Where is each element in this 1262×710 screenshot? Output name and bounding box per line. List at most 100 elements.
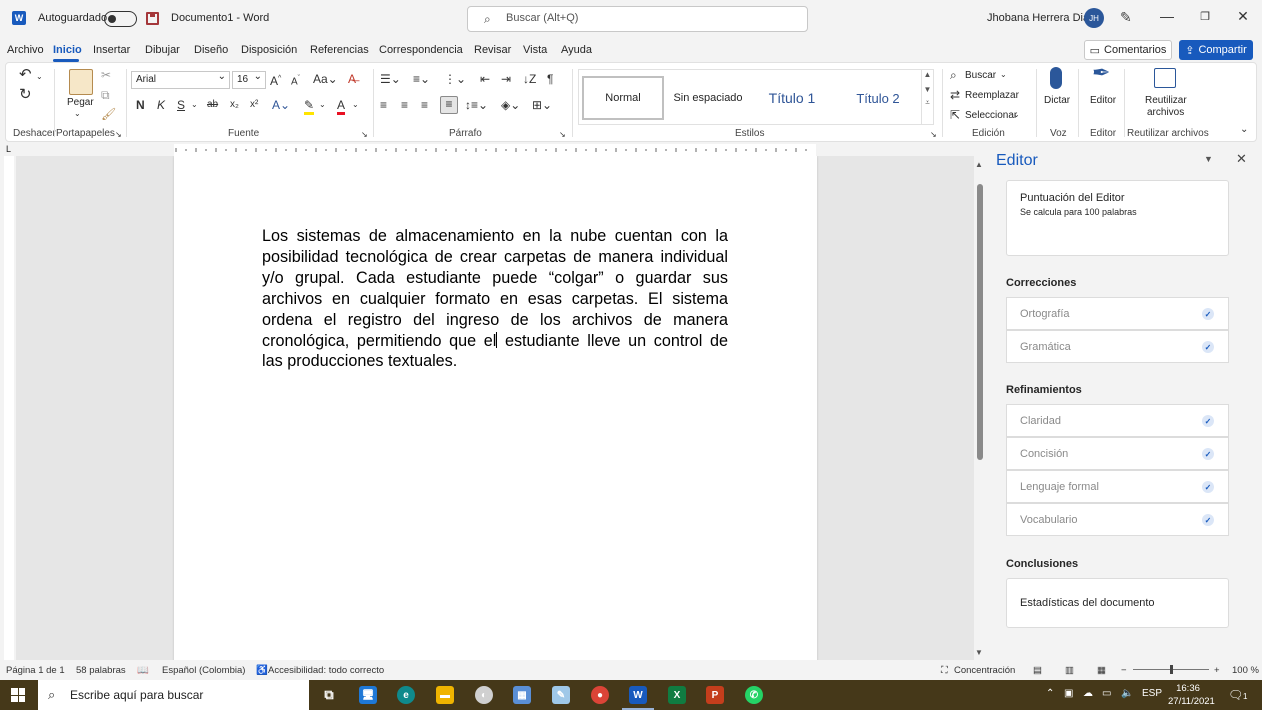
line-spacing-icon[interactable]: ↕≡⌄: [465, 98, 488, 112]
notes-app-icon[interactable]: ✎: [552, 686, 570, 704]
clock[interactable]: 16:36 27/11/2021: [1168, 682, 1215, 708]
task-view-icon[interactable]: ⧉: [320, 686, 338, 704]
reuse-label-2[interactable]: archivos: [1147, 107, 1184, 118]
tab-selector-icon[interactable]: L: [6, 144, 11, 154]
editor-score-card[interactable]: Puntuación del Editor Se calcula para 10…: [1006, 180, 1229, 256]
accessibility-status[interactable]: Accesibilidad: todo correcto: [268, 665, 384, 676]
network-icon[interactable]: ▭: [1102, 688, 1111, 699]
styles-launcher-icon[interactable]: ↘: [930, 128, 937, 142]
align-right-icon[interactable]: ≡: [421, 98, 428, 112]
correction-grammar[interactable]: Gramática ✓: [1006, 330, 1229, 363]
zoom-level[interactable]: 100 %: [1232, 665, 1259, 676]
style-heading-1[interactable]: Título 1: [751, 76, 833, 120]
accessibility-icon[interactable]: ♿: [256, 665, 268, 676]
document-paragraph[interactable]: Los sistemas de almacenamiento en la nub…: [262, 226, 728, 372]
find-icon[interactable]: ⌕: [950, 68, 957, 82]
word-count[interactable]: 58 palabras: [76, 665, 126, 676]
strikethrough-icon[interactable]: ab: [207, 98, 218, 112]
refinement-clarity[interactable]: Claridad ✓: [1006, 404, 1229, 437]
refinement-formal-language[interactable]: Lenguaje formal ✓: [1006, 470, 1229, 503]
focus-icon[interactable]: ⛶: [941, 665, 948, 676]
tab-dibujar[interactable]: Dibujar: [145, 44, 180, 56]
zoom-in-icon[interactable]: +: [1214, 665, 1220, 676]
paste-dropdown-icon[interactable]: ⌄: [74, 107, 81, 121]
tab-disposicion[interactable]: Disposición: [241, 44, 297, 56]
font-name-select[interactable]: Arial: [131, 71, 230, 89]
autosave-toggle[interactable]: [104, 11, 137, 27]
scrollbar-thumb[interactable]: [977, 184, 983, 460]
user-name[interactable]: Jhobana Herrera Diaz: [987, 12, 1095, 24]
calculator-icon[interactable]: ▦: [513, 686, 531, 704]
grow-font-icon[interactable]: A^: [270, 72, 281, 88]
editor-icon[interactable]: ✒: [1092, 62, 1110, 84]
avatar[interactable]: JH: [1084, 8, 1104, 28]
style-normal[interactable]: Normal: [582, 76, 664, 120]
tab-vista[interactable]: Vista: [523, 44, 547, 56]
style-no-spacing[interactable]: Sin espaciado: [667, 76, 749, 120]
superscript-icon[interactable]: x²: [250, 98, 258, 112]
tab-insertar[interactable]: Insertar: [93, 44, 130, 56]
powerpoint-icon[interactable]: P: [706, 686, 724, 704]
select-label[interactable]: Seleccionar: [965, 110, 1017, 121]
tab-archivo[interactable]: Archivo: [7, 44, 44, 56]
paragraph-launcher-icon[interactable]: ↘: [559, 128, 566, 142]
tab-diseno[interactable]: Diseño: [194, 44, 228, 56]
tab-referencias[interactable]: Referencias: [310, 44, 369, 56]
focus-mode[interactable]: Concentración: [954, 665, 1015, 676]
copy-icon[interactable]: ⧉: [101, 88, 110, 102]
file-explorer-app-icon[interactable]: 🖥: [359, 686, 377, 704]
document-stats-card[interactable]: Estadísticas del documento: [1006, 578, 1229, 628]
underline-button[interactable]: S: [177, 98, 185, 112]
find-label[interactable]: Buscar: [965, 70, 996, 81]
chevron-down-icon[interactable]: ▼: [922, 85, 933, 94]
undo-icon[interactable]: ↶: [19, 67, 32, 82]
language-status[interactable]: Español (Colombia): [162, 665, 245, 676]
meet-icon[interactable]: ▣: [1064, 688, 1073, 699]
font-size-select[interactable]: 16: [232, 71, 266, 89]
document-page[interactable]: Los sistemas de almacenamiento en la nub…: [174, 156, 817, 660]
highlight-icon[interactable]: ✎: [304, 98, 315, 115]
read-mode-icon[interactable]: ▤: [1033, 665, 1042, 676]
chevron-up-icon[interactable]: ⌃: [1046, 688, 1054, 699]
folder-icon[interactable]: ▬: [436, 686, 454, 704]
cut-icon[interactable]: ✂: [101, 68, 111, 82]
replace-label[interactable]: Reemplazar: [965, 90, 1019, 101]
save-icon[interactable]: [146, 12, 159, 25]
shading-icon[interactable]: ◈⌄: [501, 98, 520, 112]
align-center-icon[interactable]: ≡: [401, 98, 408, 112]
editor-pane-dropdown-icon[interactable]: ▼: [1204, 154, 1213, 164]
undo-dropdown-icon[interactable]: ⌄: [36, 70, 43, 84]
share-button[interactable]: ⇪ Compartir: [1179, 40, 1253, 60]
reuse-label-1[interactable]: Reutilizar: [1145, 95, 1187, 106]
format-painter-icon[interactable]: 🖌: [101, 107, 116, 121]
microphone-icon[interactable]: [1050, 67, 1062, 89]
refinement-conciseness[interactable]: Concisión ✓: [1006, 437, 1229, 470]
input-language[interactable]: ESP: [1142, 688, 1162, 699]
notifications-icon[interactable]: 🗨: [1228, 688, 1243, 702]
editor-ribbon-label[interactable]: Editor: [1090, 95, 1116, 106]
scroll-down-icon[interactable]: ▼: [975, 648, 983, 657]
reuse-files-icon[interactable]: [1154, 68, 1176, 88]
taskbar-search-box[interactable]: ⌕ Escribe aquí para buscar: [38, 680, 309, 710]
onedrive-icon[interactable]: ☁: [1083, 688, 1093, 699]
windows-start-icon[interactable]: [11, 688, 25, 702]
pen-icon[interactable]: ✎: [1120, 9, 1132, 26]
editor-pane-close-button[interactable]: ✕: [1236, 151, 1247, 167]
vertical-scrollbar[interactable]: ▲ ▼: [974, 156, 986, 660]
proofing-icon[interactable]: 📖: [137, 665, 149, 676]
clipboard-launcher-icon[interactable]: ↘: [115, 128, 122, 142]
font-launcher-icon[interactable]: ↘: [361, 128, 368, 142]
paste-icon[interactable]: [69, 69, 93, 95]
restore-button[interactable]: ❐: [1195, 10, 1215, 23]
edge-icon[interactable]: e: [397, 686, 415, 704]
more-styles-icon[interactable]: ⩡: [922, 98, 933, 108]
font-color-icon[interactable]: A: [337, 98, 346, 115]
chrome-icon[interactable]: ●: [591, 686, 609, 704]
chevron-up-icon[interactable]: ▲: [922, 70, 933, 79]
tab-ayuda[interactable]: Ayuda: [561, 44, 592, 56]
underline-dropdown-icon[interactable]: ⌄: [191, 98, 198, 112]
correction-spelling[interactable]: Ortografía ✓: [1006, 297, 1229, 330]
borders-icon[interactable]: ⊞⌄: [532, 98, 552, 112]
bold-button[interactable]: N: [136, 98, 145, 112]
style-heading-2[interactable]: Título 2: [837, 76, 919, 120]
